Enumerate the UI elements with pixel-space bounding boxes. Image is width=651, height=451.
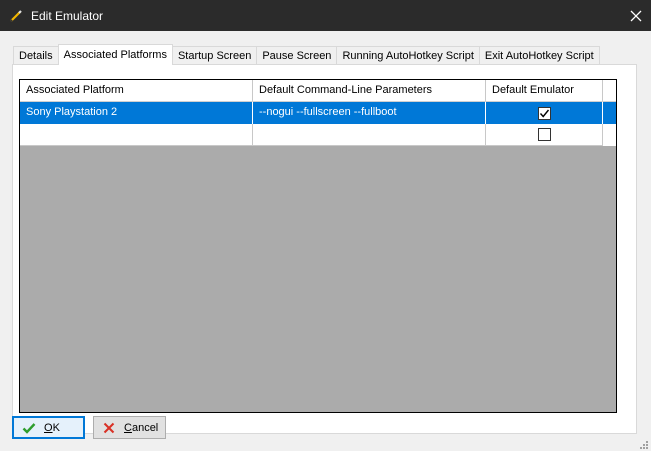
platform-cell[interactable]: Sony Playstation 2	[20, 102, 253, 124]
x-icon	[102, 421, 116, 435]
default-emulator-checkbox[interactable]	[537, 128, 551, 141]
check-icon	[22, 421, 36, 435]
column-header-platform[interactable]: Associated Platform	[20, 80, 253, 101]
tab-details[interactable]: Details	[13, 46, 59, 65]
tab-associated-platforms[interactable]: Associated Platforms	[57, 44, 173, 65]
column-header-default[interactable]: Default Emulator	[486, 80, 603, 101]
pencil-icon	[9, 9, 23, 23]
dialog-body: Details Associated Platforms Startup Scr…	[0, 31, 651, 451]
resize-grip-icon[interactable]	[639, 439, 649, 449]
check-mark-icon	[539, 109, 549, 118]
default-emulator-checkbox[interactable]	[537, 106, 551, 120]
platforms-grid[interactable]: Associated Platform Default Command-Line…	[19, 79, 617, 413]
column-header-params[interactable]: Default Command-Line Parameters	[253, 80, 486, 101]
close-icon	[630, 10, 642, 21]
tab-strip: Details Associated Platforms Startup Scr…	[13, 44, 600, 65]
window-title: Edit Emulator	[31, 8, 104, 23]
default-cell[interactable]	[486, 102, 603, 124]
table-row[interactable]	[20, 124, 616, 146]
table-row[interactable]: Sony Playstation 2 --nogui --fullscreen …	[20, 102, 616, 124]
default-cell[interactable]	[486, 124, 603, 146]
tab-startup-screen[interactable]: Startup Screen	[171, 46, 258, 65]
params-cell[interactable]	[253, 124, 486, 146]
cancel-button[interactable]: Cancel	[93, 416, 166, 439]
tab-running-autohotkey-script[interactable]: Running AutoHotkey Script	[336, 46, 480, 65]
close-button[interactable]	[621, 0, 651, 31]
grid-header-row: Associated Platform Default Command-Line…	[20, 80, 616, 102]
ok-label: OK	[44, 421, 60, 434]
cancel-label: Cancel	[124, 421, 159, 434]
title-bar[interactable]: Edit Emulator	[0, 0, 651, 31]
tab-pause-screen[interactable]: Pause Screen	[256, 46, 338, 65]
tab-exit-autohotkey-script[interactable]: Exit AutoHotkey Script	[478, 46, 600, 65]
platform-cell[interactable]	[20, 124, 253, 146]
ok-button[interactable]: OK	[12, 416, 85, 439]
params-cell[interactable]: --nogui --fullscreen --fullboot	[253, 102, 486, 124]
